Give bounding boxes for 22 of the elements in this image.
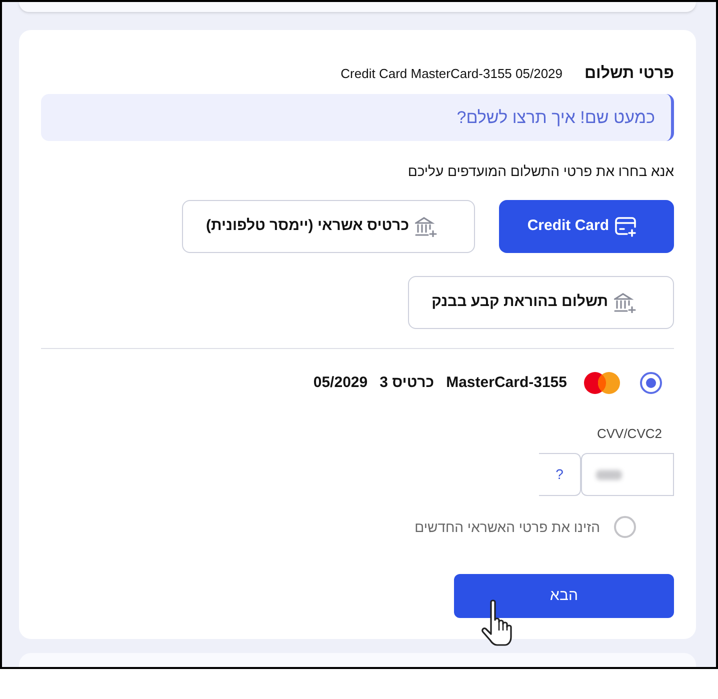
card-plus-icon [615, 216, 637, 236]
blurred-text-icon [596, 470, 622, 480]
section-title: פרטי תשלום [584, 64, 674, 84]
new-card-option-label: הזינו את פרטי האשראי החדשים [414, 518, 600, 536]
help-button[interactable]: ? [539, 453, 581, 496]
payment-method-button[interactable]: כרטיס אשראי (יימסר טלפונית) [182, 200, 475, 253]
radio-button[interactable] [640, 372, 662, 394]
payment-method-button[interactable]: Credit Card [499, 200, 674, 253]
card-label: כרטיס 3 [380, 372, 434, 393]
card-expiry: 05/2029 [313, 372, 368, 393]
cvv-label: CVV/CVC2 [596, 425, 662, 444]
next-button[interactable]: הבא [454, 574, 674, 618]
card-logo-icon [584, 372, 620, 394]
info-banner: כמעט שם! איך תרצו לשלם? [41, 94, 674, 141]
cvv-input-field[interactable] [581, 453, 674, 496]
bank-plus-icon [415, 216, 437, 236]
payment-method-button[interactable]: תשלום בהוראת קבע בבנק [408, 276, 674, 329]
radio-button[interactable] [614, 516, 636, 538]
bank-plus-icon [614, 292, 636, 312]
card-number: MasterCard-3155 [446, 372, 567, 393]
instruction-text: אנא בחרו את פרטי התשלום המועדפים עליכם [406, 162, 674, 180]
payment-summary: Credit Card MasterCard-3155 05/2029 [340, 65, 563, 84]
